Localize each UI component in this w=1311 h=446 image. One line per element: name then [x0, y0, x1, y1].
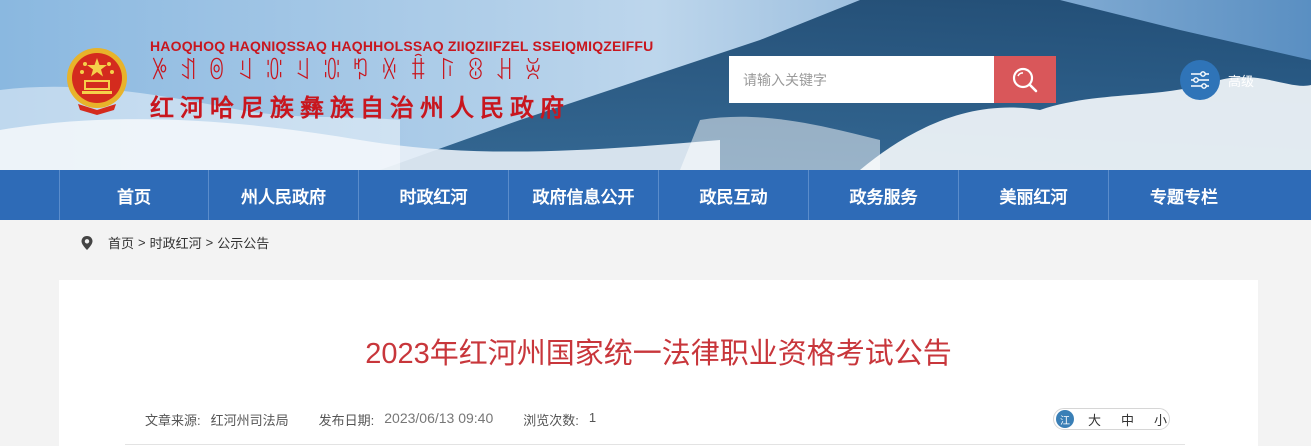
font-size-large[interactable]: 大 [1088, 410, 1101, 429]
article-title: 2023年红河州国家统一法律职业资格考试公告 [365, 338, 952, 370]
advanced-search-label: 高级 [1228, 73, 1255, 89]
nav-item-info-disclosure[interactable]: 政府信息公开 [509, 170, 659, 220]
nav-item-beautiful-honghe[interactable]: 美丽红河 [959, 170, 1109, 220]
font-size-medium[interactable]: 中 [1121, 410, 1134, 429]
meta-divider [125, 444, 1185, 445]
breadcrumb: 首页 > 时政红河 > 公示公告 [80, 233, 269, 252]
source-label: 文章来源: [145, 413, 201, 428]
font-size-switcher: 江 大 中 小 [1053, 408, 1170, 430]
breadcrumb-separator: > [138, 235, 146, 250]
advanced-search-button[interactable]: 高级 [1180, 60, 1254, 100]
search-button[interactable] [994, 56, 1056, 103]
breadcrumb-announcements[interactable]: 公示公告 [217, 233, 269, 252]
nav-item-current-affairs[interactable]: 时政红河 [359, 170, 509, 220]
national-emblem-icon [67, 48, 127, 115]
breadcrumb-separator: > [205, 235, 214, 250]
site-title-english: HAOQHOQ HAQNIQSSAQ HAQHHOLSSAQ ZIIQZIIFZ… [150, 38, 654, 54]
sliders-icon [1180, 60, 1220, 100]
views-label: 浏览次数: [523, 413, 579, 428]
site-title-chinese[interactable]: 红河哈尼族彝族自治州人民政府 [150, 88, 654, 123]
article-meta: 文章来源: 红河州司法局 发布日期: 2023/06/13 09:40 浏览次数… [145, 410, 626, 429]
article-container: 2023年红河州国家统一法律职业资格考试公告 文章来源: 红河州司法局 发布日期… [59, 280, 1258, 446]
location-pin-icon [81, 235, 93, 250]
search-icon [1012, 67, 1038, 92]
nav-item-services[interactable]: 政务服务 [809, 170, 959, 220]
date-value: 2023/06/13 09:40 [384, 410, 494, 426]
site-title-yi-script: ꉼꀊꉻꆹꁤꆹꁤꑳꏾꐙꑍꐪꃅꌞ [150, 58, 553, 85]
nav-item-interaction[interactable]: 政民互动 [659, 170, 809, 220]
font-size-icon: 江 [1056, 410, 1074, 428]
site-title: HAOQHOQ HAQNIQSSAQ HAQHHOLSSAQ ZIIQZIIFZ… [150, 38, 654, 123]
breadcrumb-home[interactable]: 首页 [108, 233, 134, 252]
nav-item-special-topics[interactable]: 专题专栏 [1109, 170, 1259, 220]
font-size-small[interactable]: 小 [1154, 410, 1167, 429]
views-value: 1 [588, 410, 597, 425]
breadcrumb-current-affairs[interactable]: 时政红河 [150, 233, 202, 252]
source-value: 红河州司法局 [210, 413, 289, 428]
header-banner: HAOQHOQ HAQNIQSSAQ HAQHHOLSSAQ ZIIQZIIFZ… [0, 0, 1311, 170]
nav-item-prefecture-government[interactable]: 州人民政府 [209, 170, 359, 220]
date-label: 发布日期: [318, 413, 375, 428]
search-input[interactable] [729, 56, 994, 103]
main-nav: 首页 州人民政府 时政红河 政府信息公开 政民互动 政务服务 美丽红河 专题专栏 [0, 170, 1311, 220]
nav-item-home[interactable]: 首页 [59, 170, 209, 220]
